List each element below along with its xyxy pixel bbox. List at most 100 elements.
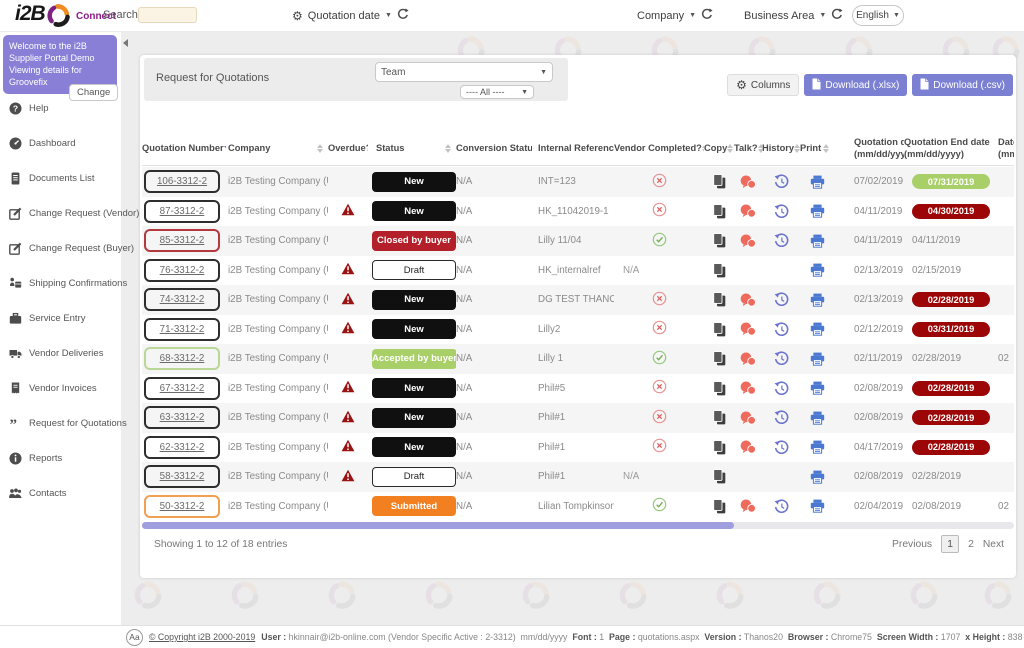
copy-icon[interactable] (713, 233, 726, 248)
language-select[interactable]: English ▼ (852, 5, 904, 26)
copyright-link[interactable]: © Copyright i2B 2000-2019 (149, 632, 255, 642)
sidebar-item-change-request-vendor[interactable]: Change Request (Vendor) (0, 196, 121, 231)
sidebar-item-vendor-invoices[interactable]: Vendor Invoices (0, 371, 121, 406)
columns-button[interactable]: ⚙ Columns (727, 74, 799, 96)
scrollbar-thumb[interactable] (142, 522, 734, 529)
copy-icon[interactable] (713, 440, 726, 455)
quotation-date-filter[interactable]: ⚙ Quotation date ▼ (292, 8, 409, 23)
talk-icon[interactable] (740, 234, 756, 248)
talk-icon[interactable] (740, 440, 756, 454)
col-history-header[interactable]: History (762, 132, 800, 165)
quotation-number-button[interactable]: 50-3312-2 (144, 495, 220, 518)
talk-icon[interactable] (740, 204, 756, 218)
col-vendor-completed-header[interactable]: Vendor Completed? (614, 132, 704, 165)
next-page-button[interactable]: Next (983, 539, 1004, 550)
sidebar-item-contacts[interactable]: Contacts (0, 476, 121, 511)
print-icon[interactable] (810, 352, 825, 366)
quotation-number-button[interactable]: 74-3312-2 (144, 288, 220, 311)
print-icon[interactable] (810, 470, 825, 484)
col-company-header[interactable]: Company (226, 132, 328, 165)
history-icon[interactable] (774, 499, 789, 514)
sidebar-item-shipping-confirmations[interactable]: Shipping Confirmations (0, 266, 121, 301)
print-icon[interactable] (810, 175, 825, 189)
talk-icon[interactable] (740, 322, 756, 336)
print-icon[interactable] (810, 293, 825, 307)
copy-icon[interactable] (713, 263, 726, 278)
copy-icon[interactable] (713, 469, 726, 484)
sidebar-item-vendor-deliveries[interactable]: Vendor Deliveries (0, 336, 121, 371)
copy-icon[interactable] (713, 322, 726, 337)
col-talk-header[interactable]: Talk? (734, 132, 762, 165)
copy-icon[interactable] (713, 292, 726, 307)
col-quotation-end-date-header[interactable]: Quotation End date(mm/dd/yyyy) (904, 132, 990, 165)
sidebar-item-documents-list[interactable]: Documents List (0, 161, 121, 196)
quotation-number-button[interactable]: 67-3312-2 (144, 377, 220, 400)
sidebar-item-dashboard[interactable]: Dashboard (0, 126, 121, 161)
copy-icon[interactable] (713, 499, 726, 514)
download-csv-button[interactable]: Download (.csv) (912, 74, 1013, 96)
copy-icon[interactable] (713, 381, 726, 396)
change-button[interactable]: Change (69, 84, 118, 101)
quotation-number-button[interactable]: 68-3312-2 (144, 347, 220, 370)
col-overdue-header[interactable]: Overdue? (328, 132, 368, 165)
history-icon[interactable] (774, 410, 789, 425)
team-filter-select[interactable]: Team ▼ (375, 62, 553, 82)
quotation-number-button[interactable]: 87-3312-2 (144, 200, 220, 223)
quotation-number-button[interactable]: 63-3312-2 (144, 406, 220, 429)
quotation-number-button[interactable]: 71-3312-2 (144, 318, 220, 341)
page-1-button[interactable]: 1 (941, 535, 959, 553)
print-icon[interactable] (810, 234, 825, 248)
history-icon[interactable] (774, 174, 789, 189)
copy-icon[interactable] (713, 351, 726, 366)
talk-icon[interactable] (740, 411, 756, 425)
refresh-icon[interactable] (701, 8, 713, 23)
talk-icon[interactable] (740, 499, 756, 513)
talk-icon[interactable] (740, 175, 756, 189)
print-icon[interactable] (810, 322, 825, 336)
quotation-number-button[interactable]: 58-3312-2 (144, 465, 220, 488)
history-icon[interactable] (774, 322, 789, 337)
copy-icon[interactable] (713, 410, 726, 425)
download-xlsx-button[interactable]: Download (.xlsx) (804, 74, 907, 96)
quotation-number-button[interactable]: 85-3312-2 (144, 229, 220, 252)
print-icon[interactable] (810, 440, 825, 454)
font-size-badge[interactable]: Aa (126, 629, 143, 646)
company-filter[interactable]: Company ▼ (637, 8, 713, 23)
quotation-number-button[interactable]: 62-3312-2 (144, 436, 220, 459)
history-icon[interactable] (774, 440, 789, 455)
print-icon[interactable] (810, 499, 825, 513)
talk-icon[interactable] (740, 293, 756, 307)
print-icon[interactable] (810, 411, 825, 425)
quotation-number-button[interactable]: 106-3312-2 (144, 170, 220, 193)
copy-icon[interactable] (713, 174, 726, 189)
sidebar-item-service-entry[interactable]: Service Entry (0, 301, 121, 336)
history-icon[interactable] (774, 204, 789, 219)
refresh-icon[interactable] (831, 8, 843, 23)
col-quotation-date-header[interactable]: Quotation date(mm/dd/yyyy) (834, 132, 904, 165)
sidebar-item-request-for-quotations[interactable]: ”Request for Quotations (0, 406, 121, 441)
print-icon[interactable] (810, 381, 825, 395)
search-input[interactable] (138, 7, 197, 23)
business-area-filter[interactable]: Business Area ▼ (744, 8, 843, 23)
talk-icon[interactable] (740, 381, 756, 395)
col-internal-reference-header[interactable]: Internal Reference (532, 132, 614, 165)
sidebar-item-reports[interactable]: Reports (0, 441, 121, 476)
print-icon[interactable] (810, 263, 825, 277)
copy-icon[interactable] (713, 204, 726, 219)
quotation-number-button[interactable]: 76-3312-2 (144, 259, 220, 282)
talk-icon[interactable] (740, 352, 756, 366)
print-icon[interactable] (810, 204, 825, 218)
col-conversion-status-header[interactable]: Conversion Status (456, 132, 532, 165)
sidebar-collapse-arrow-icon[interactable] (123, 39, 128, 47)
col-print-header[interactable]: Print (800, 132, 834, 165)
col-quotation-number-header[interactable]: Quotation Number (142, 132, 226, 165)
previous-page-button[interactable]: Previous (892, 539, 932, 550)
sidebar-item-change-request-buyer[interactable]: Change Request (Buyer) (0, 231, 121, 266)
col-status-header[interactable]: Status (368, 132, 456, 165)
page-2-button[interactable]: 2 (968, 539, 974, 550)
history-icon[interactable] (774, 351, 789, 366)
history-icon[interactable] (774, 381, 789, 396)
history-icon[interactable] (774, 233, 789, 248)
refresh-icon[interactable] (397, 8, 409, 23)
col-copy-header[interactable]: Copy (704, 132, 734, 165)
